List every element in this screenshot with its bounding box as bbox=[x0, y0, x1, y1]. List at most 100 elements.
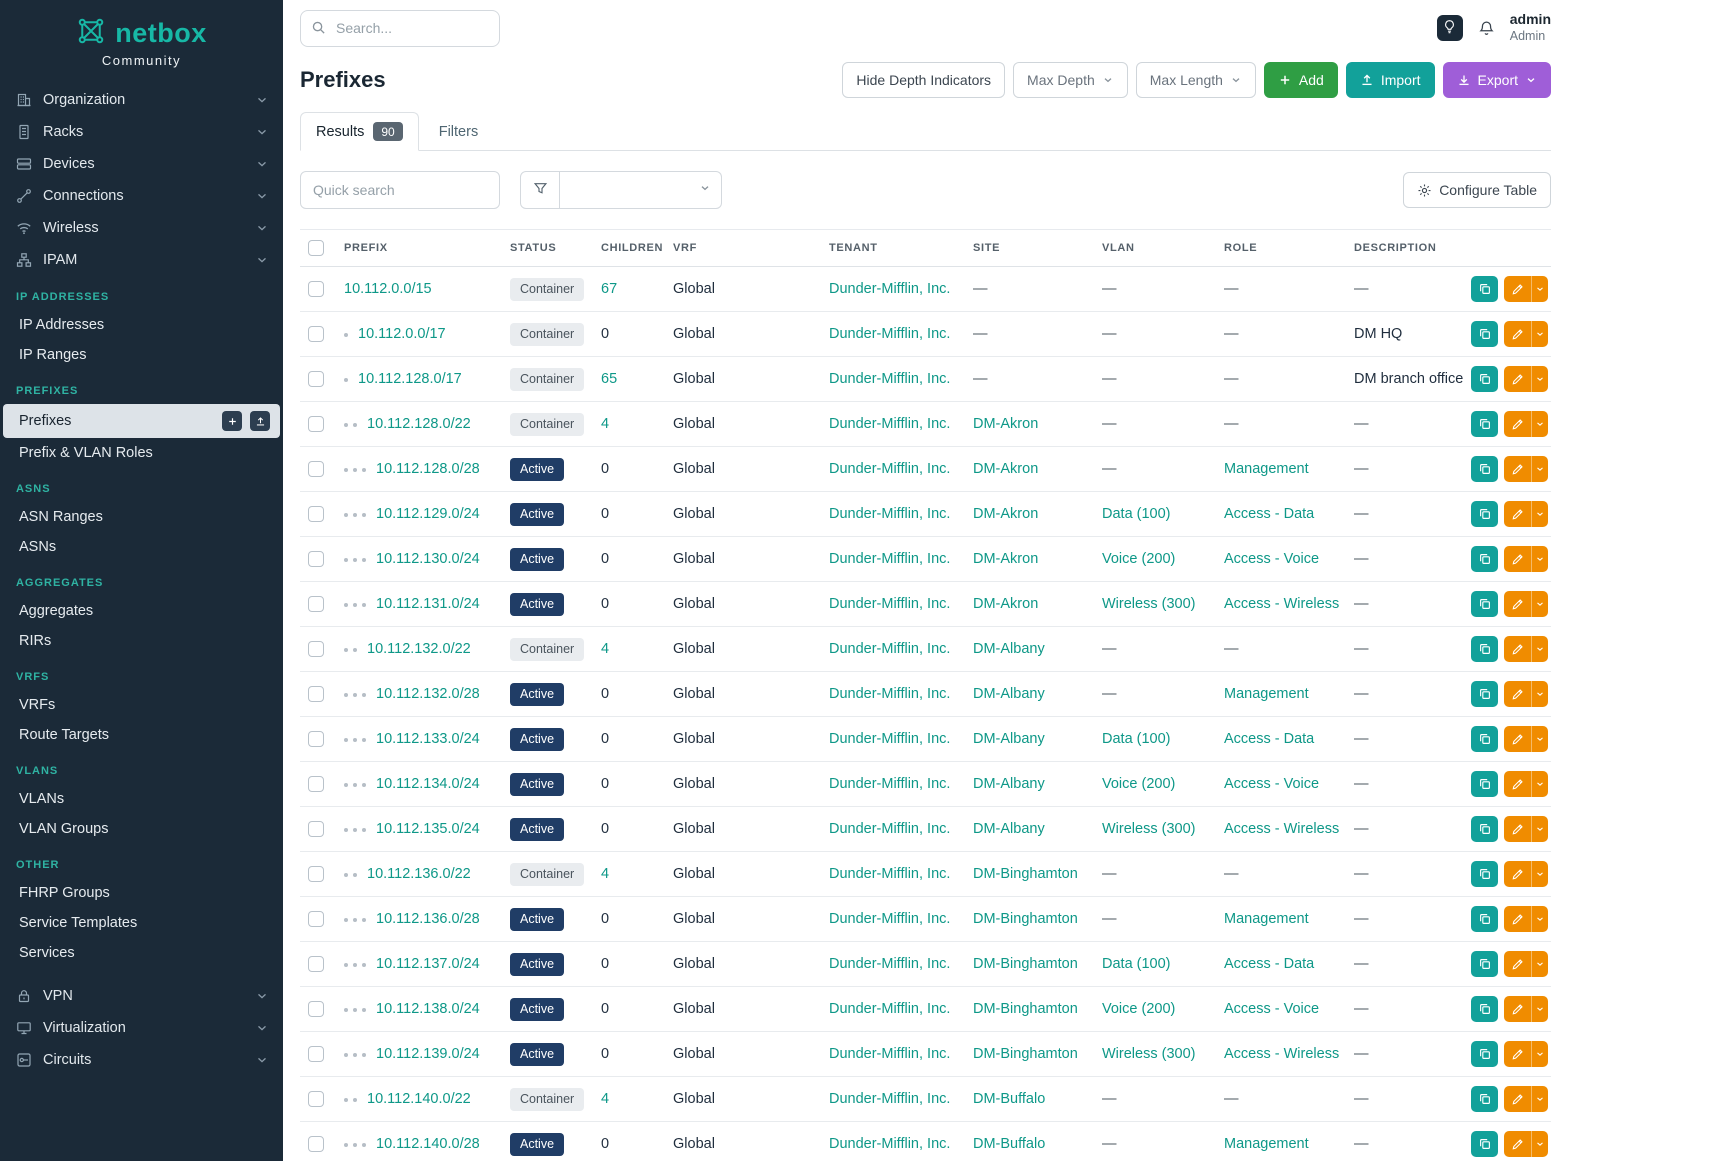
edit-dropdown-button[interactable] bbox=[1531, 726, 1548, 752]
sidebar-item-ip-addresses[interactable]: IP Addresses bbox=[3, 310, 280, 340]
max-depth-dropdown[interactable]: Max Depth bbox=[1013, 62, 1128, 98]
site-link[interactable]: DM-Akron bbox=[973, 596, 1038, 612]
edit-button[interactable] bbox=[1504, 771, 1531, 797]
prefix-link[interactable]: 10.112.140.0/22 bbox=[367, 1091, 471, 1107]
site-link[interactable]: DM-Binghamton bbox=[973, 866, 1078, 882]
role-link[interactable]: Management bbox=[1224, 1136, 1309, 1152]
edit-button[interactable] bbox=[1504, 321, 1531, 347]
row-checkbox[interactable] bbox=[308, 821, 324, 837]
prefix-link[interactable]: 10.112.131.0/24 bbox=[376, 596, 480, 612]
role-link[interactable]: Access - Wireless bbox=[1224, 596, 1339, 612]
tenant-link[interactable]: Dunder-Mifflin, Inc. bbox=[829, 1046, 950, 1062]
prefix-link[interactable]: 10.112.128.0/28 bbox=[376, 461, 480, 477]
row-checkbox[interactable] bbox=[308, 686, 324, 702]
sidebar-item-aggregates[interactable]: Aggregates bbox=[3, 596, 280, 626]
sidebar-quick-import-button[interactable] bbox=[250, 411, 270, 431]
edit-dropdown-button[interactable] bbox=[1531, 411, 1548, 437]
children-count-link[interactable]: 4 bbox=[601, 416, 609, 432]
tenant-link[interactable]: Dunder-Mifflin, Inc. bbox=[829, 1136, 950, 1152]
sidebar-item-racks[interactable]: Racks bbox=[0, 116, 283, 148]
tenant-link[interactable]: Dunder-Mifflin, Inc. bbox=[829, 641, 950, 657]
tenant-link[interactable]: Dunder-Mifflin, Inc. bbox=[829, 506, 950, 522]
copy-button[interactable] bbox=[1471, 591, 1498, 617]
prefix-link[interactable]: 10.112.139.0/24 bbox=[376, 1046, 480, 1062]
site-link[interactable]: DM-Albany bbox=[973, 776, 1045, 792]
sidebar-item-vpn[interactable]: VPN bbox=[0, 980, 283, 1012]
sidebar-item-prefixes[interactable]: Prefixes bbox=[3, 404, 280, 438]
edit-dropdown-button[interactable] bbox=[1531, 816, 1548, 842]
edit-dropdown-button[interactable] bbox=[1531, 681, 1548, 707]
sidebar-item-service-templates[interactable]: Service Templates bbox=[3, 908, 280, 938]
copy-button[interactable] bbox=[1471, 366, 1498, 392]
sidebar-item-organization[interactable]: Organization bbox=[0, 84, 283, 116]
column-header-prefix[interactable]: PREFIX bbox=[336, 230, 502, 267]
copy-button[interactable] bbox=[1471, 996, 1498, 1022]
configure-table-button[interactable]: Configure Table bbox=[1403, 172, 1551, 208]
edit-dropdown-button[interactable] bbox=[1531, 546, 1548, 572]
export-button[interactable]: Export bbox=[1443, 62, 1551, 98]
row-checkbox[interactable] bbox=[308, 281, 324, 297]
edit-button[interactable] bbox=[1504, 276, 1531, 302]
column-header-description[interactable]: DESCRIPTION bbox=[1346, 230, 1463, 267]
tenant-link[interactable]: Dunder-Mifflin, Inc. bbox=[829, 821, 950, 837]
vlan-link[interactable]: Wireless (300) bbox=[1102, 596, 1195, 612]
row-checkbox[interactable] bbox=[308, 596, 324, 612]
select-all-checkbox[interactable] bbox=[308, 240, 324, 256]
role-link[interactable]: Management bbox=[1224, 686, 1309, 702]
copy-button[interactable] bbox=[1471, 1086, 1498, 1112]
edit-button[interactable] bbox=[1504, 591, 1531, 617]
prefix-link[interactable]: 10.112.136.0/22 bbox=[367, 866, 471, 882]
tenant-link[interactable]: Dunder-Mifflin, Inc. bbox=[829, 956, 950, 972]
column-header-role[interactable]: ROLE bbox=[1216, 230, 1346, 267]
prefix-link[interactable]: 10.112.132.0/22 bbox=[367, 641, 471, 657]
row-checkbox[interactable] bbox=[308, 1046, 324, 1062]
site-link[interactable]: DM-Binghamton bbox=[973, 911, 1078, 927]
tab-filters[interactable]: Filters bbox=[423, 112, 494, 151]
row-checkbox[interactable] bbox=[308, 866, 324, 882]
edit-dropdown-button[interactable] bbox=[1531, 771, 1548, 797]
edit-dropdown-button[interactable] bbox=[1531, 456, 1548, 482]
column-header-children[interactable]: CHILDREN bbox=[593, 230, 665, 267]
role-link[interactable]: Access - Data bbox=[1224, 731, 1314, 747]
copy-button[interactable] bbox=[1471, 411, 1498, 437]
sidebar-item-connections[interactable]: Connections bbox=[0, 180, 283, 212]
row-checkbox[interactable] bbox=[308, 641, 324, 657]
sidebar-item-prefix-vlan-roles[interactable]: Prefix & VLAN Roles bbox=[3, 438, 280, 468]
edit-button[interactable] bbox=[1504, 861, 1531, 887]
tenant-link[interactable]: Dunder-Mifflin, Inc. bbox=[829, 866, 950, 882]
edit-dropdown-button[interactable] bbox=[1531, 501, 1548, 527]
copy-button[interactable] bbox=[1471, 501, 1498, 527]
edit-dropdown-button[interactable] bbox=[1531, 636, 1548, 662]
tenant-link[interactable]: Dunder-Mifflin, Inc. bbox=[829, 1091, 950, 1107]
tenant-link[interactable]: Dunder-Mifflin, Inc. bbox=[829, 326, 950, 342]
tenant-link[interactable]: Dunder-Mifflin, Inc. bbox=[829, 416, 950, 432]
site-link[interactable]: DM-Akron bbox=[973, 416, 1038, 432]
vlan-link[interactable]: Voice (200) bbox=[1102, 551, 1175, 567]
role-link[interactable]: Access - Voice bbox=[1224, 551, 1319, 567]
edit-button[interactable] bbox=[1504, 501, 1531, 527]
vlan-link[interactable]: Data (100) bbox=[1102, 731, 1171, 747]
row-checkbox[interactable] bbox=[308, 1091, 324, 1107]
column-header-vlan[interactable]: VLAN bbox=[1094, 230, 1216, 267]
edit-button[interactable] bbox=[1504, 951, 1531, 977]
copy-button[interactable] bbox=[1471, 456, 1498, 482]
notifications-bell-icon[interactable] bbox=[1478, 20, 1495, 37]
edit-dropdown-button[interactable] bbox=[1531, 996, 1548, 1022]
tenant-link[interactable]: Dunder-Mifflin, Inc. bbox=[829, 281, 950, 297]
prefix-link[interactable]: 10.112.137.0/24 bbox=[376, 956, 480, 972]
children-count-link[interactable]: 4 bbox=[601, 641, 609, 657]
edit-dropdown-button[interactable] bbox=[1531, 906, 1548, 932]
role-link[interactable]: Access - Data bbox=[1224, 506, 1314, 522]
site-link[interactable]: DM-Albany bbox=[973, 686, 1045, 702]
prefix-link[interactable]: 10.112.128.0/22 bbox=[367, 416, 471, 432]
sidebar-item-ip-ranges[interactable]: IP Ranges bbox=[3, 340, 280, 370]
sidebar-item-services[interactable]: Services bbox=[3, 938, 280, 968]
vlan-link[interactable]: Wireless (300) bbox=[1102, 821, 1195, 837]
edit-dropdown-button[interactable] bbox=[1531, 1041, 1548, 1067]
role-link[interactable]: Management bbox=[1224, 461, 1309, 477]
copy-button[interactable] bbox=[1471, 1041, 1498, 1067]
row-checkbox[interactable] bbox=[308, 1001, 324, 1017]
prefix-link[interactable]: 10.112.128.0/17 bbox=[358, 371, 462, 387]
prefix-link[interactable]: 10.112.130.0/24 bbox=[376, 551, 480, 567]
row-checkbox[interactable] bbox=[308, 506, 324, 522]
